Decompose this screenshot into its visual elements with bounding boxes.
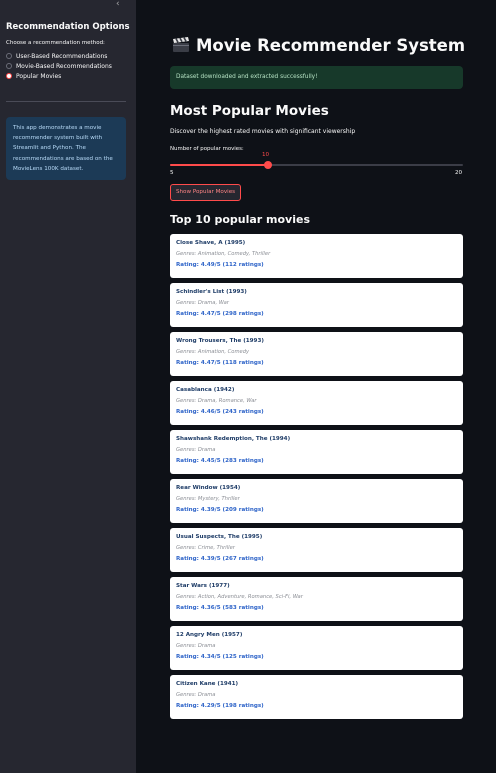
movie-title: Shawshank Redemption, The (1994) xyxy=(176,436,291,442)
show-popular-movies-button[interactable]: Show Popular Movies xyxy=(170,184,241,201)
page-title: Movie Recommender System xyxy=(172,36,465,57)
movie-rating: Rating: 4.49/5 (112 ratings) xyxy=(176,262,264,268)
sidebar: ‹ Recommendation Options Choose a recomm… xyxy=(0,0,136,773)
section-title: Most Popular Movies xyxy=(170,103,329,119)
movie-card: Close Shave, A (1995) Genres: Animation, … xyxy=(170,234,463,278)
movie-card: Usual Suspects, The (1995) Genres: Crime,… xyxy=(170,528,463,572)
sidebar-divider xyxy=(6,101,126,102)
collapse-sidebar-icon[interactable]: ‹ xyxy=(116,0,120,9)
movie-title: Star Wars (1977) xyxy=(176,583,230,589)
slider-max: 20 xyxy=(455,170,463,176)
movie-genres: Genres: Drama xyxy=(176,447,216,453)
radio-icon xyxy=(6,63,12,69)
movie-card: Schindler's List (1993) Genres: Drama, Wa… xyxy=(170,283,463,327)
movie-rating: Rating: 4.47/5 (118 ratings) xyxy=(176,360,264,366)
info-box: This app demonstrates a movie recommende… xyxy=(6,117,126,180)
movie-genres: Genres: Crime, Thriller xyxy=(176,545,235,551)
slider-fill xyxy=(170,164,268,166)
movie-title: Close Shave, A (1995) xyxy=(176,240,246,246)
radio-label: Movie-Based Recommendations xyxy=(16,62,112,70)
radio-popular-movies[interactable]: Popular Movies xyxy=(6,71,112,81)
page-title-text: Movie Recommender System xyxy=(196,36,466,55)
movie-rating: Rating: 4.45/5 (283 ratings) xyxy=(176,458,264,464)
movie-title: 12 Angry Men (1957) xyxy=(176,632,243,638)
movie-genres: Genres: Animation, Comedy, Thriller xyxy=(176,251,271,257)
movie-title: Casablanca (1942) xyxy=(176,387,235,393)
movie-card: Rear Window (1954) Genres: Mystery, Thril… xyxy=(170,479,463,523)
section-description: Discover the highest rated movies with s… xyxy=(170,128,356,135)
movie-title: Rear Window (1954) xyxy=(176,485,241,491)
movie-rating: Rating: 4.34/5 (125 ratings) xyxy=(176,654,264,660)
movie-genres: Genres: Drama xyxy=(176,692,216,698)
movie-rating: Rating: 4.47/5 (298 ratings) xyxy=(176,311,264,317)
movie-card: Wrong Trousers, The (1993) Genres: Animat… xyxy=(170,332,463,376)
radio-label: User-Based Recommendations xyxy=(16,52,108,60)
slider-value: 10 xyxy=(262,152,270,158)
movie-genres: Genres: Drama xyxy=(176,643,216,649)
clapperboard-icon xyxy=(172,37,190,57)
movie-card: Star Wars (1977) Genres: Action, Adventur… xyxy=(170,577,463,621)
movie-title: Citizen Kane (1941) xyxy=(176,681,239,687)
method-label: Choose a recommendation method: xyxy=(6,40,105,46)
radio-movie-based[interactable]: Movie-Based Recommendations xyxy=(6,61,112,71)
movie-rating: Rating: 4.36/5 (583 ratings) xyxy=(176,605,264,611)
movie-title: Usual Suspects, The (1995) xyxy=(176,534,263,540)
popular-count-slider[interactable] xyxy=(170,161,463,169)
movie-rating: Rating: 4.39/5 (209 ratings) xyxy=(176,507,264,513)
radio-selected-icon xyxy=(6,73,12,79)
slider-label: Number of popular movies: xyxy=(170,146,244,152)
movie-title: Wrong Trousers, The (1993) xyxy=(176,338,264,344)
movie-card: 12 Angry Men (1957) Genres: Drama Rating: … xyxy=(170,626,463,670)
results-title: Top 10 popular movies xyxy=(170,213,310,226)
radio-icon xyxy=(6,53,12,59)
movie-genres: Genres: Action, Adventure, Romance, Sci-… xyxy=(176,594,303,600)
radio-user-based[interactable]: User-Based Recommendations xyxy=(6,51,112,61)
sidebar-title: Recommendation Options xyxy=(6,22,130,32)
movie-card: Casablanca (1942) Genres: Drama, Romance,… xyxy=(170,381,463,425)
movie-rating: Rating: 4.39/5 (267 ratings) xyxy=(176,556,264,562)
slider-min: 5 xyxy=(170,170,174,176)
movie-genres: Genres: Animation, Comedy xyxy=(176,349,250,355)
slider-thumb[interactable] xyxy=(263,161,272,169)
movie-genres: Genres: Mystery, Thriller xyxy=(176,496,240,502)
movie-list: Close Shave, A (1995) Genres: Animation, … xyxy=(170,234,463,724)
movie-card: Shawshank Redemption, The (1994) Genres: … xyxy=(170,430,463,474)
radio-label: Popular Movies xyxy=(16,72,62,80)
movie-rating: Rating: 4.29/5 (198 ratings) xyxy=(176,703,264,709)
movie-genres: Genres: Drama, War xyxy=(176,300,229,306)
movie-card: Citizen Kane (1941) Genres: Drama Rating: … xyxy=(170,675,463,719)
movie-genres: Genres: Drama, Romance, War xyxy=(176,398,257,404)
success-alert: Dataset downloaded and extracted success… xyxy=(170,66,463,89)
movie-rating: Rating: 4.46/5 (243 ratings) xyxy=(176,409,264,415)
method-radio-group: User-Based Recommendations Movie-Based R… xyxy=(6,51,112,81)
movie-title: Schindler's List (1993) xyxy=(176,289,247,295)
